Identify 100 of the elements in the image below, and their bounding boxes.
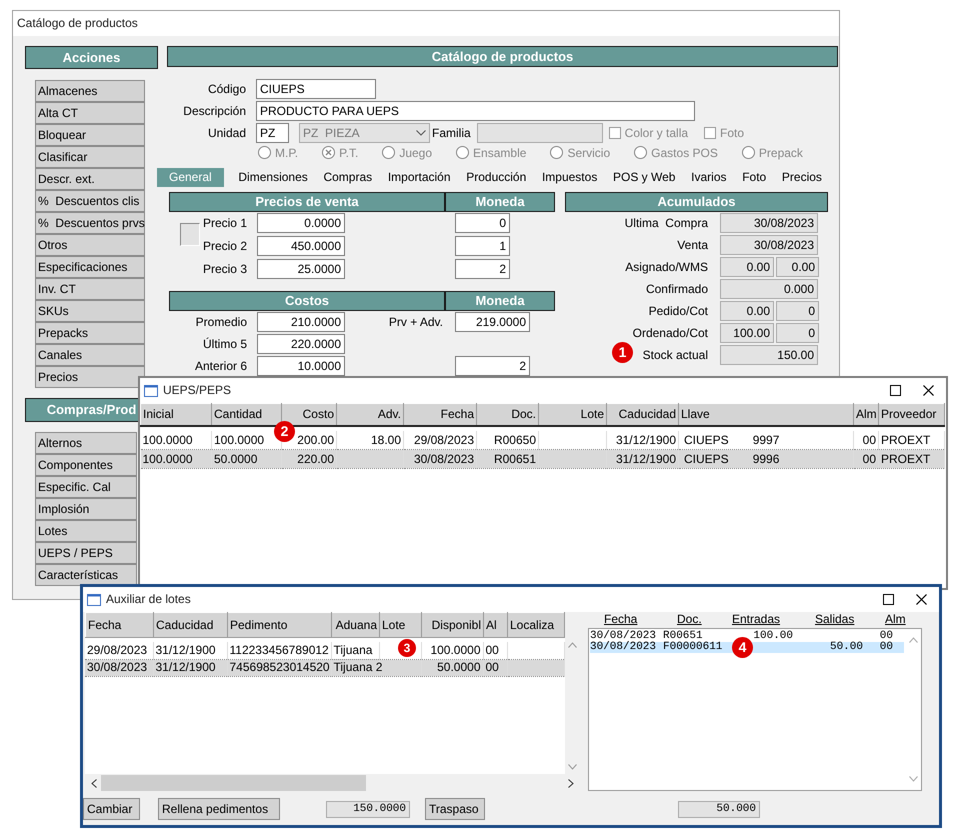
code-field[interactable]: CIUEPS <box>256 79 376 99</box>
radio-label: M.P. <box>275 146 298 160</box>
action-button[interactable]: % Descuentos prvs <box>35 212 145 234</box>
column-header[interactable]: Salidas <box>815 612 885 628</box>
column-header[interactable]: Fecha <box>404 404 476 426</box>
description-field[interactable]: PRODUCTO PARA UEPS <box>256 101 695 121</box>
action-button[interactable]: Implosión <box>35 498 137 520</box>
close-icon[interactable] <box>923 385 934 396</box>
column-header[interactable]: Entradas <box>732 612 815 628</box>
scrollbar-thumb[interactable] <box>101 775 366 791</box>
column-header[interactable]: Alm <box>885 612 915 628</box>
action-button[interactable]: Inv. CT <box>35 278 145 300</box>
radio-label: Servicio <box>567 146 610 160</box>
tab[interactable]: Ivarios <box>690 168 728 187</box>
section-header: Acciones <box>25 46 158 69</box>
maximize-icon[interactable] <box>890 385 901 396</box>
tab[interactable]: Precios <box>780 168 823 187</box>
table-cell: 112233456789012 <box>230 643 329 658</box>
action-button[interactable]: Cambiar <box>83 798 140 820</box>
table-cell: 100.0000 <box>142 432 193 447</box>
cost-field[interactable]: 2 <box>455 356 530 376</box>
cost-field[interactable]: 10.0000 <box>257 356 345 376</box>
window-title: Auxiliar de lotes <box>106 592 191 607</box>
column-header[interactable]: Fecha <box>86 612 154 638</box>
tab[interactable]: POS y Web <box>612 168 676 187</box>
column-header[interactable]: Al <box>484 612 508 638</box>
action-button[interactable]: Canales <box>35 344 145 366</box>
column-header[interactable]: Aduana <box>332 612 380 638</box>
column-header[interactable]: Adv. <box>336 404 404 426</box>
cost-field[interactable]: 210.0000 <box>257 312 345 332</box>
column-header[interactable]: Llave <box>678 404 854 426</box>
column-header[interactable]: Pedimento <box>228 612 332 638</box>
tab[interactable]: Compras <box>322 168 374 187</box>
close-icon[interactable] <box>916 594 927 605</box>
field-label: Unidad <box>206 126 246 140</box>
table-cell: 30/08/2023 <box>87 660 148 674</box>
column-header[interactable]: Disponibl <box>422 612 484 638</box>
table-cell: 00 <box>486 660 499 674</box>
color-swatch[interactable] <box>180 223 200 246</box>
table-row[interactable]: 100.0000 50.0000 220.00 30/08/2023 R00651 31/12/1900 CIUEPS 9996 00 PROEXT <box>140 450 944 468</box>
tab[interactable]: Foto <box>741 168 768 187</box>
field-label: Pedido/Cot <box>648 304 708 318</box>
section-header: Acumulados <box>565 192 828 212</box>
column-header[interactable]: Cantidad <box>212 404 282 426</box>
window-icon <box>87 594 101 606</box>
tab[interactable]: Importación <box>386 168 452 187</box>
column-header[interactable]: Caducidad <box>606 404 678 426</box>
tab[interactable]: Producción <box>465 168 528 187</box>
list-cell: F00000611 <box>663 641 722 653</box>
unit-field[interactable]: PZ <box>256 123 289 143</box>
column-header[interactable]: Caducidad <box>154 612 228 638</box>
table-row[interactable]: 30/08/2023 31/12/1900 745698523014520 Tijuana 2 50.0000 00 <box>85 659 564 676</box>
column-header[interactable]: Fecha <box>604 612 677 628</box>
maximize-icon[interactable] <box>883 594 894 605</box>
action-button[interactable]: Alta CT <box>35 102 145 124</box>
column-header[interactable]: Costo <box>282 404 336 426</box>
action-button[interactable]: Clasificar <box>35 146 145 168</box>
action-button[interactable]: Lotes <box>35 520 137 542</box>
table-cell: Tijuana 2 <box>334 660 382 674</box>
action-button[interactable]: Otros <box>35 234 145 256</box>
action-button[interactable]: Bloquear <box>35 124 145 146</box>
action-button[interactable]: Especific. Cal <box>35 476 137 498</box>
table-cell: 9996 <box>752 452 780 466</box>
price-field[interactable]: 0.0000 <box>257 213 345 233</box>
column-header[interactable]: Lote <box>380 612 422 638</box>
action-button[interactable]: Almacenes <box>35 80 145 102</box>
currency-field[interactable]: 0 <box>455 213 510 233</box>
price-field[interactable]: 25.0000 <box>257 259 345 279</box>
action-button[interactable]: Rellena pedimentos <box>158 798 280 820</box>
action-button[interactable]: Alternos <box>35 432 137 454</box>
field-label: Stock actual <box>642 348 708 362</box>
action-button[interactable]: Características <box>35 564 137 586</box>
transfer-button[interactable]: Traspaso <box>425 798 485 820</box>
currency-field[interactable]: 1 <box>455 236 510 256</box>
action-button[interactable]: SKUs <box>35 300 145 322</box>
tab[interactable]: Impuestos <box>540 168 598 187</box>
column-header[interactable]: Localiza <box>508 612 564 638</box>
action-button[interactable]: Prepacks <box>35 322 145 344</box>
price-field[interactable]: 450.0000 <box>257 236 345 256</box>
action-button[interactable]: % Descuentos clis <box>35 190 145 212</box>
column-header[interactable]: Doc. <box>677 612 732 628</box>
cost-field[interactable]: 219.0000 <box>455 312 530 332</box>
table-cell: 200.00 <box>297 432 334 447</box>
cost-field[interactable]: 220.0000 <box>257 334 345 354</box>
column-header[interactable]: Doc. <box>476 404 538 426</box>
action-button[interactable]: UEPS / PEPS <box>35 542 137 564</box>
field-label: Descripción <box>182 104 246 118</box>
action-button[interactable]: Descr. ext. <box>35 168 145 190</box>
currency-field[interactable]: 2 <box>455 259 510 279</box>
section-header: Precios de venta <box>169 192 445 212</box>
column-header[interactable]: Inicial <box>140 404 212 426</box>
table-cell: 29/08/2023 <box>414 432 474 447</box>
tab[interactable]: Dimensiones <box>237 168 309 187</box>
column-header[interactable]: Lote <box>538 404 606 426</box>
column-header[interactable]: Alm <box>854 404 878 426</box>
action-button[interactable]: Especificaciones <box>35 256 145 278</box>
table-cell: 31/12/1900 <box>616 432 676 447</box>
action-button[interactable]: Precios <box>35 366 145 388</box>
column-header[interactable]: Proveedor <box>878 404 944 426</box>
action-button[interactable]: Componentes <box>35 454 137 476</box>
